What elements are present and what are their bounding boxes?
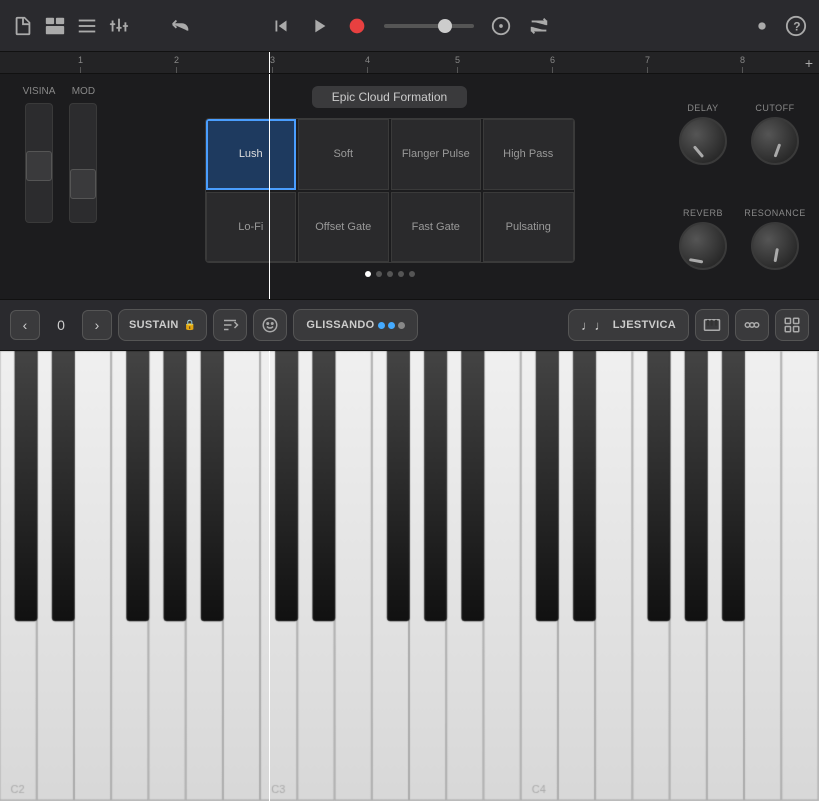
cutoff-knob[interactable] bbox=[751, 117, 799, 165]
lock-icon: 🔒 bbox=[184, 320, 197, 331]
resonance-label: RESONANCE bbox=[744, 208, 806, 218]
loop-icon[interactable] bbox=[528, 15, 550, 37]
sliders-icon[interactable] bbox=[108, 15, 130, 37]
toolbar-center bbox=[270, 15, 550, 37]
toolbar-right: ? bbox=[751, 15, 807, 37]
ruler-tick: 6 bbox=[550, 55, 555, 73]
preset-pad-4[interactable]: Lo-Fi bbox=[206, 192, 297, 263]
record-button[interactable] bbox=[346, 15, 368, 37]
ruler-content: 1 2 3 4 5 6 7 8 bbox=[0, 52, 819, 73]
ruler-tick: 5 bbox=[455, 55, 460, 73]
preset-pad-6[interactable]: Fast Gate bbox=[391, 192, 482, 263]
toolbar: ? bbox=[0, 0, 819, 52]
preset-dot-0 bbox=[365, 271, 371, 277]
visina-label: VISINA bbox=[23, 86, 56, 97]
preset-dots bbox=[365, 271, 415, 277]
undo-icon[interactable] bbox=[170, 15, 192, 37]
mod-handle bbox=[70, 169, 96, 199]
cutoff-label: CUTOFF bbox=[755, 103, 794, 113]
mod-slider-col: MOD bbox=[69, 86, 97, 223]
main-content: VISINA MOD Epic Cloud Formation LushSoft… bbox=[0, 74, 819, 299]
ruler-tick: 1 bbox=[78, 55, 83, 73]
delay-label: DELAY bbox=[687, 103, 718, 113]
cutoff-knob-group: CUTOFF bbox=[743, 103, 807, 165]
preset-dot-3 bbox=[398, 271, 404, 277]
settings-icon[interactable] bbox=[751, 15, 773, 37]
glissando-dots bbox=[378, 322, 405, 329]
toolbar-left bbox=[12, 15, 192, 37]
ruler-tick: 3 bbox=[270, 55, 275, 73]
preset-dot-1 bbox=[376, 271, 382, 277]
preset-pad-3[interactable]: High Pass bbox=[483, 119, 574, 190]
delay-knob-group: DELAY bbox=[671, 103, 735, 165]
sustain-button[interactable]: SUSTAIN 🔒 bbox=[118, 309, 207, 341]
ruler-add-button[interactable]: + bbox=[805, 55, 813, 71]
glissando-dot-2 bbox=[398, 322, 405, 329]
transport-thumb bbox=[438, 19, 452, 33]
ruler-tick: 7 bbox=[645, 55, 650, 73]
skip-back-button[interactable] bbox=[270, 15, 292, 37]
preset-pad-0[interactable]: Lush bbox=[206, 119, 297, 190]
help-icon[interactable]: ? bbox=[785, 15, 807, 37]
reverb-label: REVERB bbox=[683, 208, 723, 218]
cutoff-indicator bbox=[774, 144, 782, 158]
nav-value: 0 bbox=[46, 317, 76, 333]
resonance-knob-group: RESONANCE bbox=[743, 208, 807, 270]
ruler-tick: 2 bbox=[174, 55, 179, 73]
glissando-button[interactable]: GLISSANDO bbox=[293, 309, 418, 341]
visina-handle bbox=[26, 151, 52, 181]
preset-name: Epic Cloud Formation bbox=[312, 86, 467, 108]
preset-dot-4 bbox=[409, 271, 415, 277]
bottom-controls: ‹ 0 › SUSTAIN 🔒 GLISSANDO ♩♩ LJESTVICA bbox=[0, 299, 819, 351]
visina-slider[interactable] bbox=[25, 103, 53, 223]
glissando-label: GLISSANDO bbox=[306, 319, 374, 331]
ruler: 1 2 3 4 5 6 7 8 + bbox=[0, 52, 819, 74]
glissando-dot-0 bbox=[378, 322, 385, 329]
document-icon[interactable] bbox=[12, 15, 34, 37]
emoji-button[interactable] bbox=[253, 309, 287, 341]
chord-view-button[interactable] bbox=[735, 309, 769, 341]
piano-area bbox=[0, 351, 819, 801]
preset-grid: LushSoftFlanger PulseHigh Pass Lo-FiOffse… bbox=[205, 118, 575, 263]
slider-group: VISINA MOD bbox=[23, 86, 98, 223]
ruler-tick: 4 bbox=[365, 55, 370, 73]
ljestvica-button[interactable]: ♩♩ LJESTVICA bbox=[568, 309, 689, 341]
delay-indicator bbox=[693, 146, 704, 159]
music-note-icon: ♩♩ bbox=[581, 318, 608, 333]
right-controls: DELAY CUTOFF REVERB RESONANCE bbox=[659, 74, 819, 299]
preset-pad-1[interactable]: Soft bbox=[298, 119, 389, 190]
nav-next-button[interactable]: › bbox=[82, 310, 112, 340]
glissando-dot-1 bbox=[388, 322, 395, 329]
svg-text:?: ? bbox=[793, 19, 800, 33]
arp-button[interactable] bbox=[213, 309, 247, 341]
delay-knob[interactable] bbox=[679, 117, 727, 165]
preset-dot-2 bbox=[387, 271, 393, 277]
preset-pad-2[interactable]: Flanger Pulse bbox=[391, 119, 482, 190]
ljestvica-label: LJESTVICA bbox=[613, 319, 676, 331]
preset-pad-5[interactable]: Offset Gate bbox=[298, 192, 389, 263]
resonance-indicator bbox=[774, 248, 779, 262]
reverb-knob[interactable] bbox=[679, 222, 727, 270]
list-icon[interactable] bbox=[76, 15, 98, 37]
layers-icon[interactable] bbox=[44, 15, 66, 37]
visina-slider-col: VISINA bbox=[23, 86, 56, 223]
sustain-label: SUSTAIN bbox=[129, 319, 179, 331]
preset-pad-7[interactable]: Pulsating bbox=[483, 192, 574, 263]
preset-area: Epic Cloud Formation LushSoftFlanger Pul… bbox=[120, 74, 659, 299]
metronome-icon[interactable] bbox=[490, 15, 512, 37]
piano-canvas[interactable] bbox=[0, 351, 819, 801]
reverb-knob-group: REVERB bbox=[671, 208, 735, 270]
keyboard-view-button[interactable] bbox=[695, 309, 729, 341]
nav-prev-button[interactable]: ‹ bbox=[10, 310, 40, 340]
resonance-knob[interactable] bbox=[751, 222, 799, 270]
mod-slider[interactable] bbox=[69, 103, 97, 223]
transport-slider[interactable] bbox=[384, 24, 474, 28]
settings-view-button[interactable] bbox=[775, 309, 809, 341]
mod-label: MOD bbox=[72, 86, 95, 97]
reverb-indicator bbox=[689, 258, 703, 263]
left-controls: VISINA MOD bbox=[0, 74, 120, 299]
play-button[interactable] bbox=[308, 15, 330, 37]
ruler-tick: 8 bbox=[740, 55, 745, 73]
